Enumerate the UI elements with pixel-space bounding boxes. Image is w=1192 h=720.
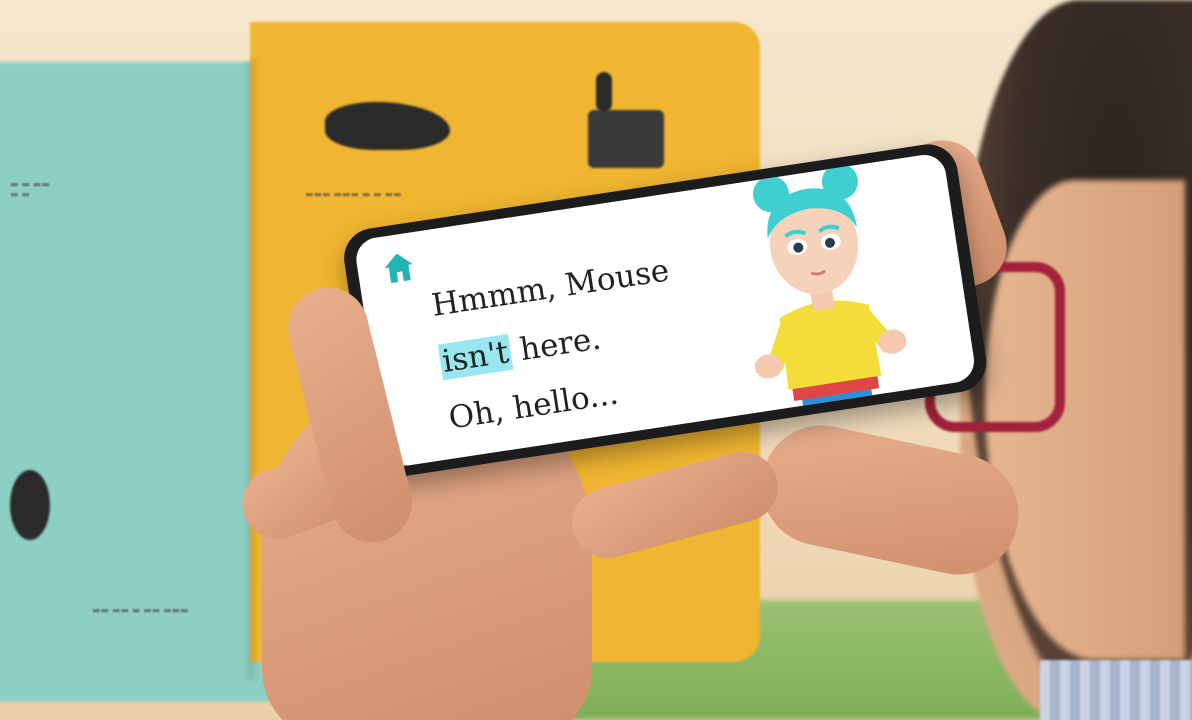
book-illustration-box-lid bbox=[596, 72, 612, 112]
book-text-blurred: ▬ ▬ ▬▬ ▬ ▬ bbox=[10, 180, 50, 200]
child-shirt bbox=[1040, 660, 1192, 720]
story-text: Hmmm, Mouse isn't here. Oh, hello... bbox=[428, 243, 690, 448]
photo-scene: ▬▬▬ ▬▬▬ ▬ ▬ ▬▬ ▬ ▬ ▬▬ ▬ ▬ ▬▬ ▬▬ ▬ ▬▬ ▬▬▬ … bbox=[0, 0, 1192, 720]
book-illustration-box bbox=[588, 110, 664, 168]
picture-book-spine bbox=[246, 60, 256, 680]
book-text-blurred: ▬▬ ▬▬ ▬ ▬▬ ▬▬▬ bbox=[92, 606, 189, 616]
story-line-2-rest: here. bbox=[507, 320, 604, 370]
highlighted-word[interactable]: isn't bbox=[437, 334, 514, 381]
book-text-blurred: ▬▬▬ ▬▬▬ ▬ ▬ ▬▬ bbox=[305, 190, 402, 200]
home-icon[interactable] bbox=[379, 248, 418, 287]
book-illustration-mouse-small bbox=[10, 470, 50, 540]
